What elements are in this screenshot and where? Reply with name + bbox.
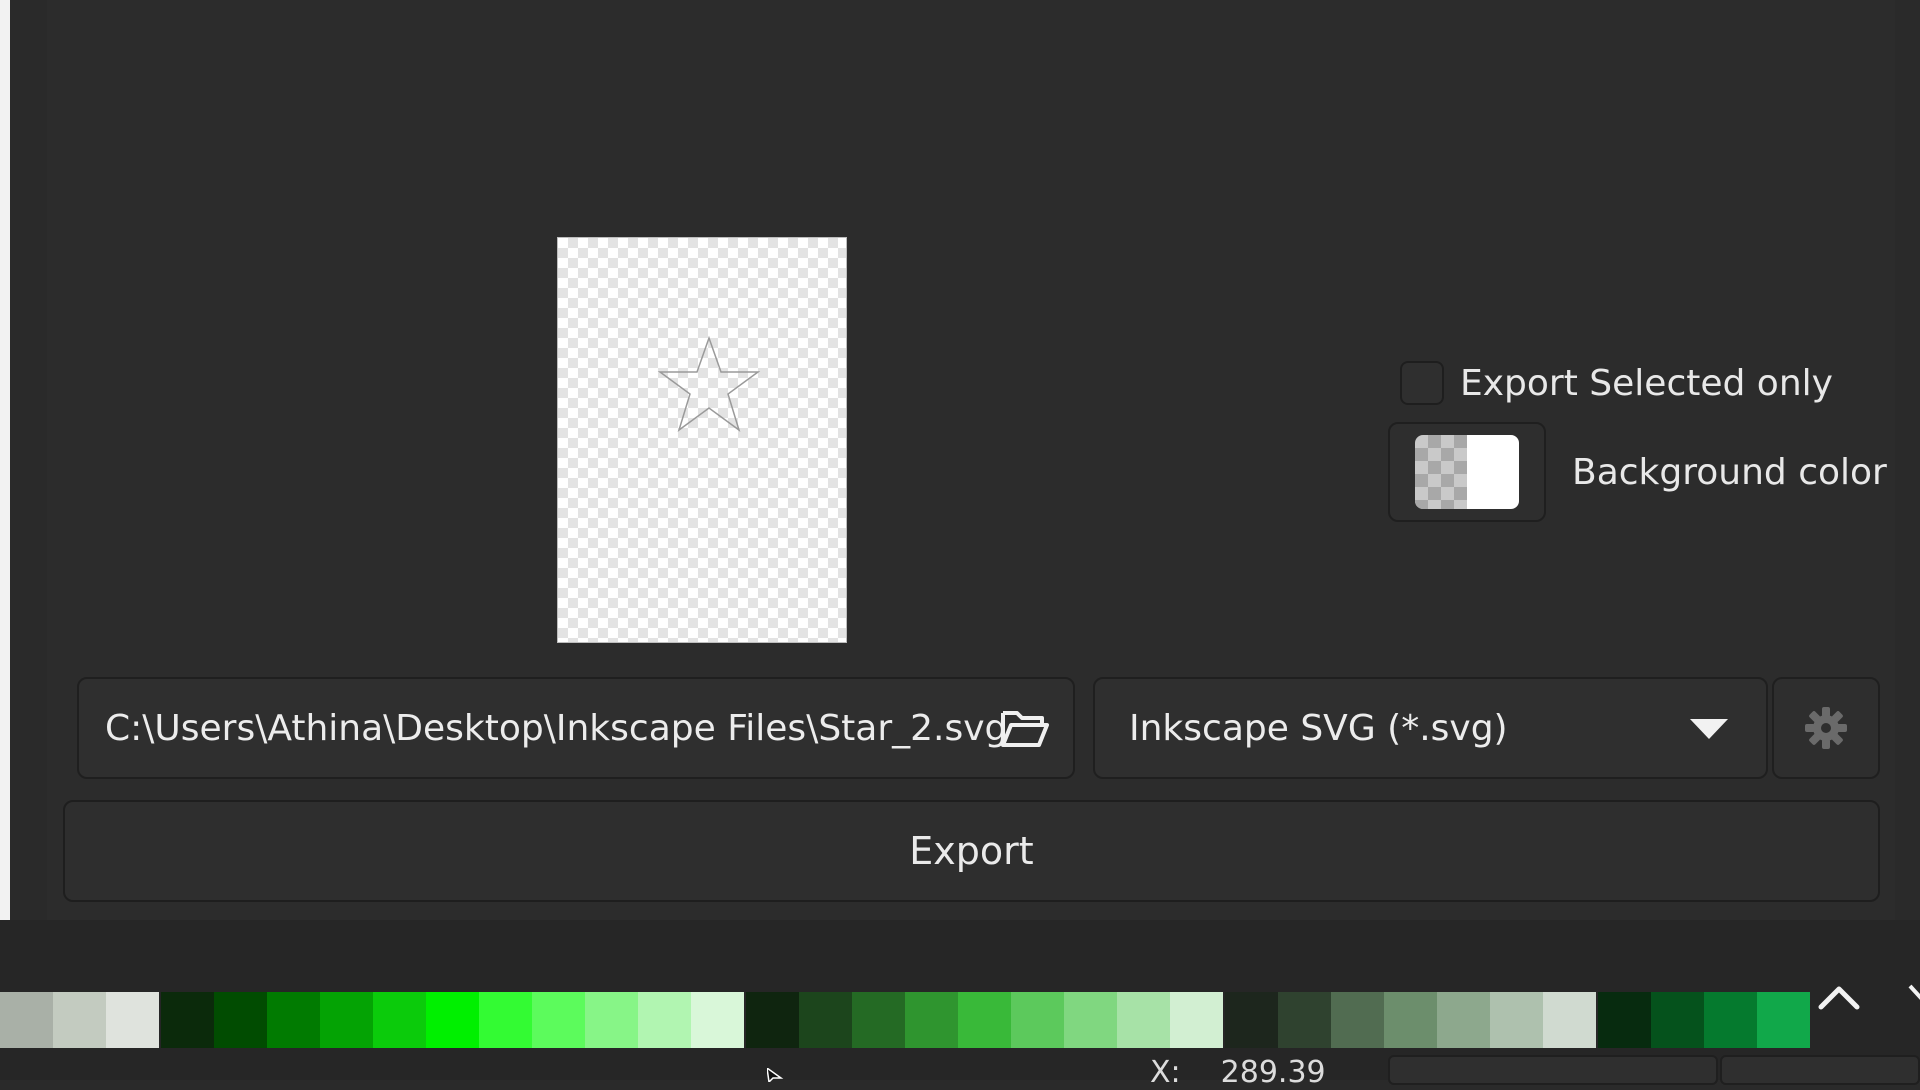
palette-swatch[interactable] — [161, 992, 214, 1048]
palette-swatch[interactable] — [1064, 992, 1117, 1048]
palette-swatch[interactable] — [0, 992, 53, 1048]
palette-swatch[interactable] — [852, 992, 905, 1048]
palette-swatch[interactable] — [585, 992, 638, 1048]
window-edge — [0, 0, 10, 938]
palette-swatch[interactable] — [1331, 992, 1384, 1048]
palette-swatch[interactable] — [905, 992, 958, 1048]
file-format-select[interactable]: Inkscape SVG (*.svg) — [1093, 677, 1768, 779]
export-preview — [557, 237, 847, 643]
export-selected-checkbox[interactable] — [1400, 361, 1444, 405]
palette-swatch[interactable] — [638, 992, 691, 1048]
palette-swatch[interactable] — [1437, 992, 1490, 1048]
palette-swatch[interactable] — [267, 992, 320, 1048]
palette-swatch[interactable] — [1117, 992, 1170, 1048]
background-color-row: Background color — [1388, 422, 1887, 522]
file-format-text: Inkscape SVG (*.svg) — [1129, 707, 1508, 749]
background-color-swatch — [1415, 435, 1519, 509]
chevron-up-icon[interactable] — [1813, 973, 1865, 1025]
export-button[interactable]: Export — [63, 800, 1880, 902]
palette-swatch[interactable] — [958, 992, 1011, 1048]
palette-swatch[interactable] — [53, 992, 106, 1048]
gear-icon — [1805, 707, 1847, 749]
palette-swatch[interactable] — [1384, 992, 1437, 1048]
x-coordinate-label: X: — [1150, 1055, 1181, 1090]
folder-open-icon[interactable] — [999, 705, 1051, 751]
star-icon — [657, 335, 761, 432]
export-selected-label: Export Selected only — [1460, 362, 1833, 404]
palette-swatch[interactable] — [320, 992, 373, 1048]
palette-swatch[interactable] — [1651, 992, 1704, 1048]
palette-swatch[interactable] — [373, 992, 426, 1048]
palette-swatch[interactable] — [1543, 992, 1596, 1048]
status-field — [1720, 1055, 1920, 1085]
palette-swatch[interactable] — [1490, 992, 1543, 1048]
palette-swatch[interactable] — [214, 992, 267, 1048]
palette-swatch[interactable] — [426, 992, 479, 1048]
palette-swatch[interactable] — [799, 992, 852, 1048]
palette-swatch[interactable] — [691, 992, 744, 1048]
file-path-input[interactable]: C:\Users\Athina\Desktop\Inkscape Files\S… — [77, 677, 1075, 779]
palette-swatch[interactable] — [1598, 992, 1651, 1048]
export-settings-button[interactable] — [1772, 677, 1880, 779]
palette-swatch[interactable] — [746, 992, 799, 1048]
cursor-coordinates: X: 289.39 — [1150, 1055, 1326, 1090]
background-color-label: Background color — [1572, 451, 1887, 493]
x-coordinate-value: 289.39 — [1220, 1055, 1326, 1090]
palette-swatch[interactable] — [532, 992, 585, 1048]
export-button-label: Export — [909, 829, 1034, 873]
palette-swatch[interactable] — [1757, 992, 1810, 1048]
color-palette — [0, 992, 1810, 1048]
palette-swatch[interactable] — [1170, 992, 1223, 1048]
file-path-text: C:\Users\Athina\Desktop\Inkscape Files\S… — [105, 707, 1008, 749]
background-color-button[interactable] — [1388, 422, 1546, 522]
palette-swatch[interactable] — [1225, 992, 1278, 1048]
palette-swatch[interactable] — [1278, 992, 1331, 1048]
palette-swatch[interactable] — [1011, 992, 1064, 1048]
palette-swatch[interactable] — [1704, 992, 1757, 1048]
chevron-down-icon — [1690, 719, 1728, 739]
status-field — [1388, 1055, 1718, 1085]
palette-swatch[interactable] — [479, 992, 532, 1048]
palette-swatch[interactable] — [106, 992, 159, 1048]
chevron-down-partial-icon[interactable] — [1906, 978, 1920, 1008]
export-selected-row[interactable]: Export Selected only — [1400, 358, 1833, 408]
